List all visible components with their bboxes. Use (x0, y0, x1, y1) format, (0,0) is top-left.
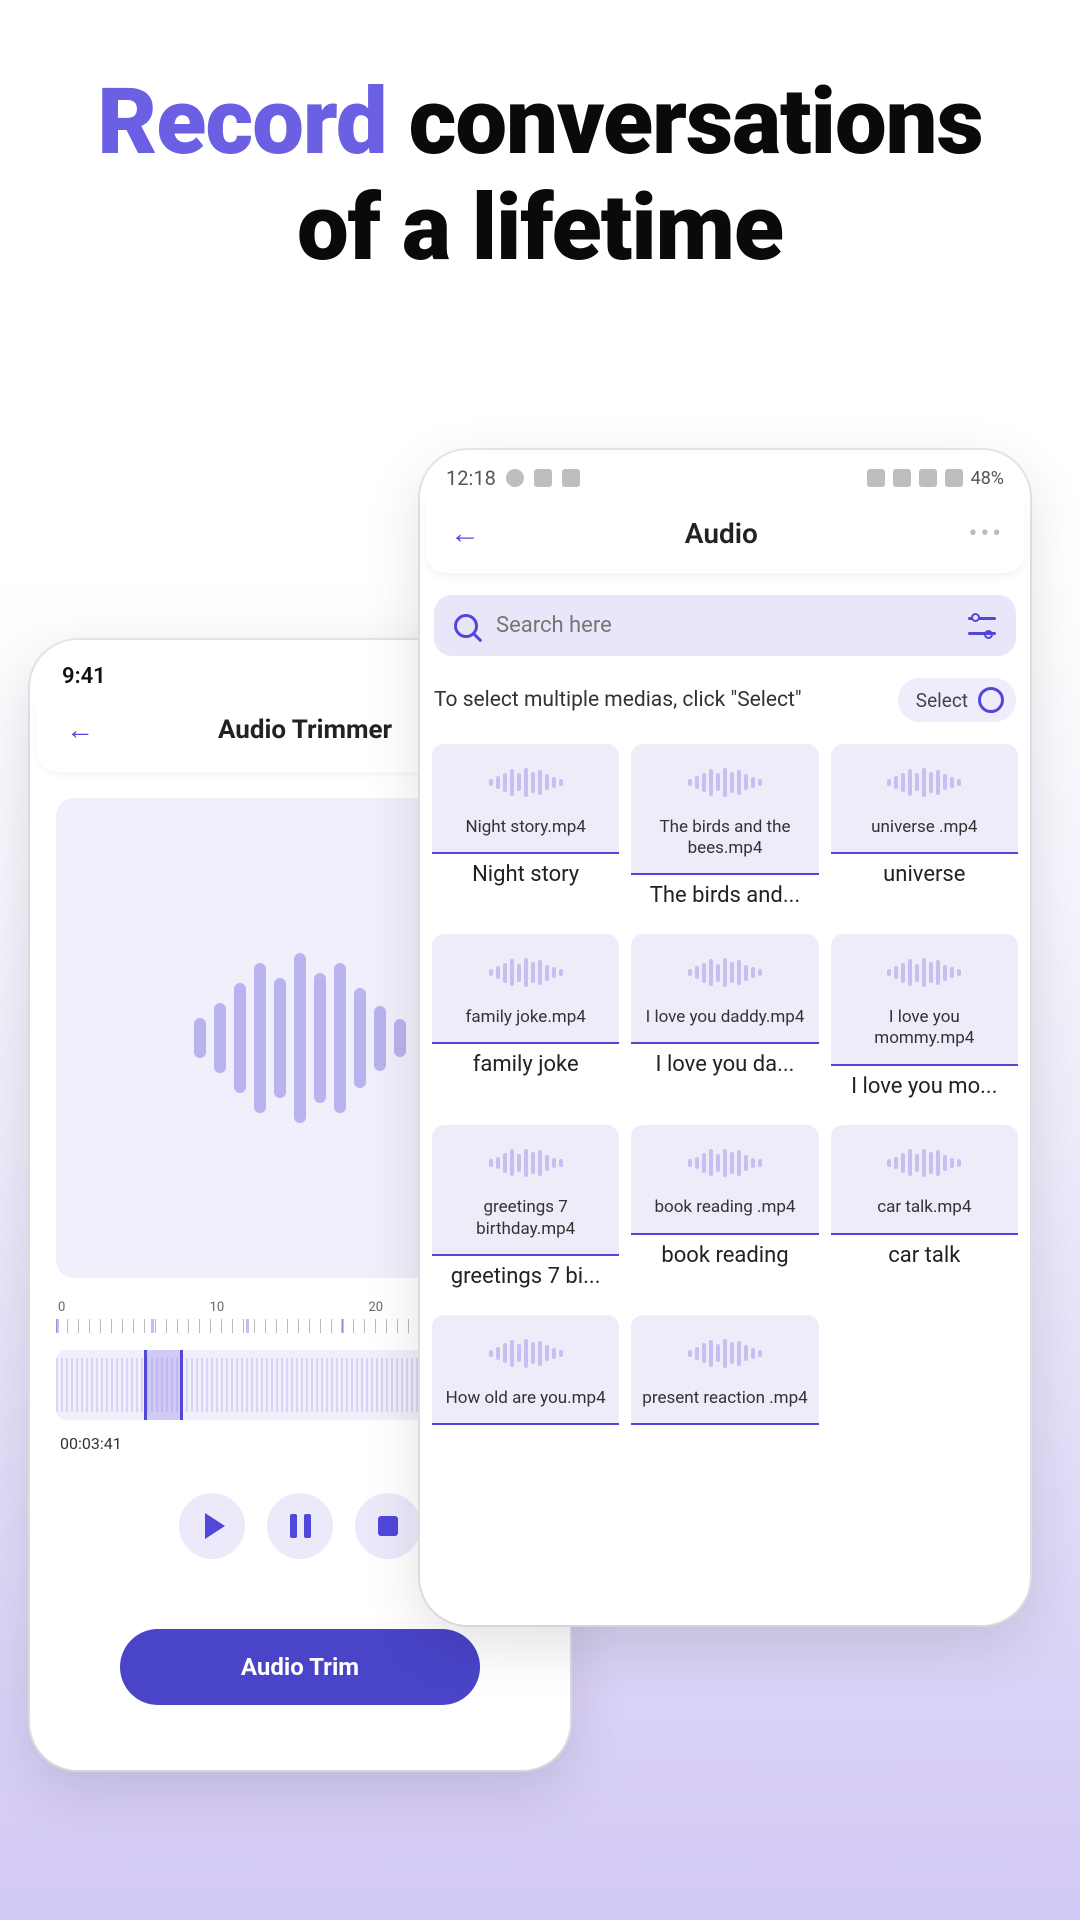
audio-cell: I love you daddy.mp4 I love you da... (631, 934, 818, 1112)
audio-item[interactable]: Night story.mp4 (432, 744, 619, 854)
waveform-icon (688, 768, 762, 797)
tick-label: 20 (368, 1300, 383, 1315)
play-icon (205, 1513, 225, 1539)
waveform-icon (489, 1149, 563, 1178)
search-input[interactable] (496, 613, 950, 638)
audio-item[interactable]: I love you mommy.mp4 (831, 934, 1018, 1065)
phone-audio-library: 12:18 48% ← Audio ••• To select multiple… (420, 450, 1030, 1625)
status-bar: 12:18 48% (420, 450, 1030, 496)
audio-caption: The birds and... (631, 875, 818, 922)
stop-icon (378, 1516, 398, 1536)
filter-icon[interactable] (968, 615, 996, 637)
audio-item[interactable]: universe .mp4 (831, 744, 1018, 854)
wifi-icon (893, 469, 911, 487)
audio-item[interactable]: present reaction .mp4 (631, 1315, 818, 1425)
waveform-icon (887, 1149, 961, 1178)
audio-cell: Night story.mp4 Night story (432, 744, 619, 922)
audio-filename: greetings 7 birthday.mp4 (440, 1197, 611, 1240)
audio-cell: universe .mp4 universe (831, 744, 1018, 922)
audio-filename: I love you daddy.mp4 (646, 1007, 805, 1028)
headline-rest-1: conversations (387, 69, 983, 176)
waveform-icon (887, 958, 961, 987)
waveform-icon (194, 953, 406, 1123)
waveform-icon (688, 958, 762, 987)
audio-item[interactable]: car talk.mp4 (831, 1125, 1018, 1235)
audio-cell: The birds and the bees.mp4 The birds and.… (631, 744, 818, 922)
select-hint: To select multiple medias, click "Select… (434, 688, 884, 712)
audio-filename: car talk.mp4 (877, 1197, 971, 1218)
audio-trim-button[interactable]: Audio Trim (120, 1629, 480, 1705)
marketing-headline: Record conversations of a lifetime (0, 0, 1080, 282)
library-header: ← Audio ••• (426, 496, 1024, 573)
audio-filename: universe .mp4 (871, 817, 977, 838)
audio-filename: I love you mommy.mp4 (839, 1007, 1010, 1050)
radio-icon (978, 687, 1004, 713)
library-title: Audio (490, 517, 963, 550)
play-button[interactable] (179, 1493, 245, 1559)
audio-caption: family joke (432, 1044, 619, 1091)
signal-icon (919, 469, 937, 487)
facebook-icon (506, 469, 524, 487)
waveform-icon (688, 1339, 762, 1368)
audio-filename: family joke.mp4 (466, 1007, 586, 1028)
audio-item[interactable]: greetings 7 birthday.mp4 (432, 1125, 619, 1256)
audio-caption: universe (831, 854, 1018, 901)
search-icon (454, 614, 478, 638)
battery-icon (945, 469, 963, 487)
waveform-icon (489, 768, 563, 797)
waveform-icon (489, 1339, 563, 1368)
waveform-icon (688, 1149, 762, 1178)
audio-cell: book reading .mp4 book reading (631, 1125, 818, 1303)
audio-cell: greetings 7 birthday.mp4 greetings 7 bi..… (432, 1125, 619, 1303)
audio-filename: Night story.mp4 (465, 817, 585, 838)
waveform-icon (489, 958, 563, 987)
pause-button[interactable] (267, 1493, 333, 1559)
audio-caption: Night story (432, 854, 619, 901)
headline-rest-2: of a lifetime (297, 175, 783, 282)
audio-filename: present reaction .mp4 (642, 1388, 807, 1409)
audio-caption: greetings 7 bi... (432, 1256, 619, 1303)
audio-caption: I love you mo... (831, 1066, 1018, 1113)
audio-grid: Night story.mp4 Night story The birds and … (420, 722, 1030, 1425)
audio-caption: I love you da... (631, 1044, 818, 1091)
audio-caption: book reading (631, 1235, 818, 1282)
trim-region-handle[interactable] (144, 1350, 183, 1420)
waveform-icon (887, 768, 961, 797)
stop-button[interactable] (355, 1493, 421, 1559)
search-bar[interactable] (434, 595, 1016, 656)
audio-filename: book reading .mp4 (654, 1197, 795, 1218)
audio-cell: How old are you.mp4 (432, 1315, 619, 1425)
tick-label: 0 (58, 1300, 65, 1315)
audio-filename: The birds and the bees.mp4 (639, 817, 810, 860)
audio-item[interactable]: book reading .mp4 (631, 1125, 818, 1235)
audio-item[interactable]: I love you daddy.mp4 (631, 934, 818, 1044)
tick-label: 10 (210, 1300, 225, 1315)
pause-icon (290, 1514, 311, 1538)
gmail-icon (562, 469, 580, 487)
select-toggle[interactable]: Select (898, 678, 1016, 722)
more-icon[interactable]: ••• (963, 519, 1010, 549)
audio-cell: car talk.mp4 car talk (831, 1125, 1018, 1303)
status-time: 12:18 (446, 466, 496, 490)
audio-caption: car talk (831, 1235, 1018, 1282)
audio-item[interactable]: family joke.mp4 (432, 934, 619, 1044)
headline-accent: Record (97, 69, 386, 176)
audio-cell: present reaction .mp4 (631, 1315, 818, 1425)
battery-percent: 48% (971, 468, 1004, 489)
back-arrow-icon[interactable]: ← (440, 512, 490, 555)
audio-cell: family joke.mp4 family joke (432, 934, 619, 1112)
back-arrow-icon[interactable]: ← (56, 707, 104, 752)
select-hint-row: To select multiple medias, click "Select… (434, 678, 1016, 722)
audio-filename: How old are you.mp4 (446, 1388, 606, 1409)
nfc-icon (867, 469, 885, 487)
select-label: Select (916, 689, 968, 712)
voicemail-icon (534, 469, 552, 487)
audio-item[interactable]: How old are you.mp4 (432, 1315, 619, 1425)
audio-cell: I love you mommy.mp4 I love you mo... (831, 934, 1018, 1112)
audio-item[interactable]: The birds and the bees.mp4 (631, 744, 818, 875)
